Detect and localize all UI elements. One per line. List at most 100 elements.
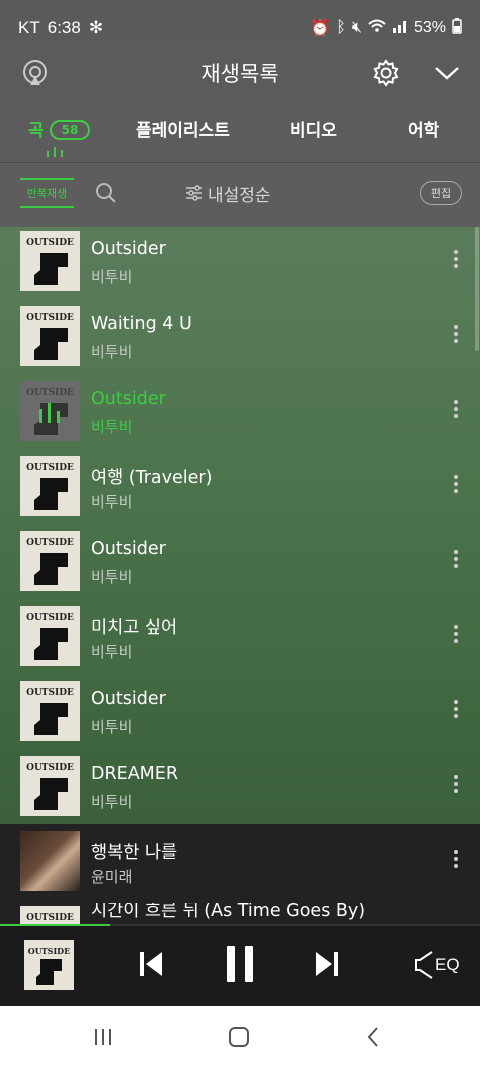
song-row[interactable]: OUTSIDE Outsider 비투비 [0,678,480,753]
divider [0,162,480,163]
song-title: Outsider [91,539,166,559]
home-icon[interactable] [224,1024,254,1050]
more-icon[interactable] [451,700,461,722]
tab-videos[interactable]: 비디오 [290,116,337,141]
album-art-text: OUTSIDE [26,238,74,248]
album-art-text: OUTSIDE [26,613,74,623]
song-artist: 비투비 [91,718,133,736]
song-title: DREAMER [91,764,178,784]
now-playing-icon [39,403,60,423]
album-art: OUTSIDE [20,906,80,924]
recent-apps-icon[interactable] [88,1024,118,1050]
alarm-icon: ⏰ [310,20,331,37]
album-art-text: OUTSIDE [26,388,74,398]
album-art-text: OUTSIDE [26,688,74,698]
now-playing-eq-icon [46,142,64,161]
song-row[interactable]: OUTSIDE 시간이 흐른 뒤 (As Time Goes By) [0,903,480,924]
back-icon[interactable] [358,1024,388,1050]
more-icon[interactable] [451,625,461,647]
more-icon[interactable] [451,250,461,272]
tab-language[interactable]: 어학 [408,116,439,141]
album-art: OUTSIDE [20,231,80,291]
next-icon[interactable] [314,950,340,978]
clock: 6:38 [47,18,81,37]
more-icon[interactable] [451,475,461,497]
album-art: OUTSIDE [20,306,80,366]
song-row[interactable]: OUTSIDE 미치고 싶어비투비 [0,603,480,678]
more-icon[interactable] [451,550,461,572]
album-art: OUTSIDE [20,456,80,516]
song-title: 행복한 나를 [91,843,178,863]
more-icon[interactable] [451,400,461,422]
header: 재생목록 [0,44,480,102]
song-title: Outsider [91,239,166,259]
song-row[interactable]: OUTSIDE Outsider 비투비 [0,378,480,453]
song-title: Outsider [91,689,166,709]
more-icon[interactable] [451,325,461,347]
song-artist: 비투비 [91,268,133,286]
carrier: KT [18,18,40,37]
eq-icon[interactable]: EQ [414,950,460,980]
mute-icon: 🔇︎ [351,19,362,36]
search-icon[interactable] [95,182,117,208]
list-toolbar: 반복재생 내설정순 편집 [0,170,480,214]
album-art-text: OUTSIDE [26,913,74,923]
repeat-label: 반복재생 [26,187,68,200]
album-art-text: OUTSIDE [26,538,74,548]
song-row[interactable]: OUTSIDE Outsider 비투비 [0,528,480,603]
sort-icon[interactable] [184,183,204,207]
bluetooth-icon: ᛒ [336,19,346,36]
song-row[interactable]: 행복한 나를윤미래 [0,828,480,903]
tab-playlists[interactable]: 플레이리스트 [136,116,230,141]
pause-icon[interactable] [225,944,255,984]
signal-icon [392,19,408,38]
prev-icon[interactable] [138,950,164,978]
tab-songs[interactable]: 곡 58 [28,116,91,141]
song-artist: 비투비 [91,568,133,586]
battery-icon [452,17,462,39]
edit-button[interactable]: 편집 [420,181,462,205]
song-row[interactable]: OUTSIDE DREAMER 비투비 [0,753,480,828]
song-row[interactable]: OUTSIDE Waiting 4 U 비투비 [0,303,480,378]
gear-icon[interactable] [371,58,401,88]
now-playing-album-art[interactable]: OUTSIDE [24,940,74,990]
wifi-icon [368,19,386,38]
page-title: 재생목록 [201,62,279,86]
more-icon[interactable] [451,850,461,872]
song-artist: 비투비 [91,493,133,511]
song-title: Waiting 4 U [91,314,192,334]
song-title: Outsider [91,389,166,409]
song-artist: 윤미래 [91,868,133,886]
album-art: OUTSIDE [20,681,80,741]
more-icon[interactable] [451,775,461,797]
song-count-badge: 58 [49,120,91,140]
album-art-text: OUTSIDE [27,946,71,956]
song-title: 미치고 싶어 [91,618,178,638]
album-art: OUTSIDE [20,606,80,666]
tab-songs-label: 곡 [28,121,44,141]
song-title: 시간이 흐른 뒤 (As Time Goes By) [91,903,366,921]
mini-player: OUTSIDE EQ [0,926,480,1006]
album-art-text: OUTSIDE [26,763,74,773]
tab-bar: 곡 58 플레이리스트 비디오 어학 [0,106,480,162]
eq-label: EQ [435,955,460,974]
battery-level: 53% [413,19,446,36]
song-artist: 비투비 [91,418,133,436]
album-art [20,831,80,891]
song-row[interactable]: OUTSIDE 여행 (Traveler) 비투비 [0,453,480,528]
album-art: OUTSIDE [20,531,80,591]
chevron-down-icon[interactable] [432,58,462,88]
song-title: 여행 (Traveler) [91,468,213,488]
sort-label[interactable]: 내설정순 [208,181,271,206]
album-art-text: OUTSIDE [26,463,74,473]
album-art-text: OUTSIDE [26,313,74,323]
album-art: OUTSIDE [20,381,80,441]
song-artist: 비투비 [91,643,133,661]
song-artist: 비투비 [91,793,133,811]
system-nav-bar [0,1006,480,1067]
song-row[interactable]: OUTSIDE Outsider 비투비 [0,228,480,303]
song-artist: 비투비 [91,343,133,361]
repeat-button[interactable]: 반복재생 [20,178,74,208]
fan-icon: ✻ [88,18,104,37]
album-art: OUTSIDE [20,756,80,816]
